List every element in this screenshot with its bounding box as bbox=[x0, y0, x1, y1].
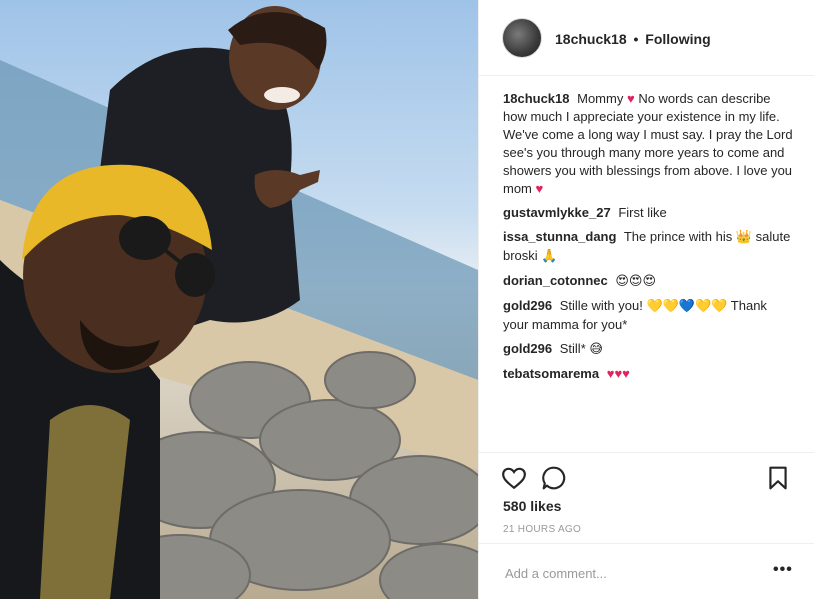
list-item: gustavmlykke_27 First like bbox=[503, 204, 793, 222]
post-timestamp: 21 HOURS AGO bbox=[503, 524, 582, 535]
comment-username[interactable]: gold296 bbox=[503, 341, 552, 356]
post-details-panel: 18chuck18 • Following 18chuck18 Mommy ♥ … bbox=[478, 0, 814, 599]
comment-text: Still* bbox=[559, 341, 586, 356]
comment-bubble-icon[interactable] bbox=[541, 465, 567, 491]
list-item: dorian_cotonnec 😍😍😍 bbox=[503, 272, 793, 291]
add-comment-input[interactable] bbox=[503, 562, 747, 584]
list-item: gold296 Still* 😅 bbox=[503, 340, 793, 359]
hearts-emoji-icon: 💛💛💙💛💛 bbox=[646, 299, 728, 314]
comment-username[interactable]: issa_stunna_dang bbox=[503, 229, 616, 244]
heart-eyes-emoji-icon: 😍😍😍 bbox=[615, 274, 657, 289]
caption: 18chuck18 Mommy ♥ No words can describe … bbox=[503, 90, 793, 198]
hearts-emoji-icon: ♥♥♥ bbox=[606, 366, 630, 381]
crown-emoji-icon: 👑 bbox=[735, 230, 753, 245]
sweat-smile-emoji-icon: 😅 bbox=[589, 342, 603, 357]
author-username[interactable]: 18chuck18 bbox=[555, 31, 627, 47]
comment-text: The prince with his bbox=[623, 229, 733, 244]
comments-list: 18chuck18 Mommy ♥ No words can describe … bbox=[503, 90, 793, 389]
caption-username[interactable]: 18chuck18 bbox=[503, 91, 570, 106]
list-item: tebatsomarema ♥♥♥ bbox=[503, 365, 793, 383]
caption-text-1: Mommy bbox=[577, 91, 624, 106]
heart-emoji-icon: ♥ bbox=[535, 181, 544, 196]
comment-username[interactable]: gustavmlykke_27 bbox=[503, 205, 611, 220]
bookmark-icon[interactable] bbox=[765, 465, 791, 491]
more-options-icon[interactable]: ••• bbox=[773, 561, 793, 579]
author-avatar[interactable] bbox=[502, 18, 542, 58]
header-text: 18chuck18 • Following bbox=[555, 31, 711, 47]
heart-emoji-icon: ♥ bbox=[626, 91, 635, 106]
post-header: 18chuck18 • Following bbox=[479, 0, 814, 76]
praying-hands-emoji-icon: 🙏 bbox=[541, 249, 558, 264]
comment-text: Stille with you! bbox=[559, 298, 643, 313]
post-photo[interactable] bbox=[0, 0, 478, 599]
comment-username[interactable]: dorian_cotonnec bbox=[503, 273, 608, 288]
comment-username[interactable]: tebatsomarema bbox=[503, 366, 599, 381]
photo-illustration bbox=[0, 6, 478, 599]
list-item: issa_stunna_dang The prince with his 👑 s… bbox=[503, 228, 793, 266]
caption-text-2: No words can describe how much I appreci… bbox=[503, 91, 793, 196]
separator-dot: • bbox=[633, 31, 639, 47]
comment-text: First like bbox=[618, 205, 667, 220]
likes-count[interactable]: 580 likes bbox=[503, 498, 561, 514]
list-item: gold296 Stille with you! 💛💛💙💛💛 Thank you… bbox=[503, 297, 793, 334]
heart-outline-icon[interactable] bbox=[501, 465, 527, 491]
add-comment-bar: ••• bbox=[479, 543, 814, 599]
comment-username[interactable]: gold296 bbox=[503, 298, 552, 313]
post-actions: 580 likes 21 HOURS AGO ••• bbox=[479, 452, 814, 602]
follow-status-button[interactable]: Following bbox=[645, 31, 710, 47]
